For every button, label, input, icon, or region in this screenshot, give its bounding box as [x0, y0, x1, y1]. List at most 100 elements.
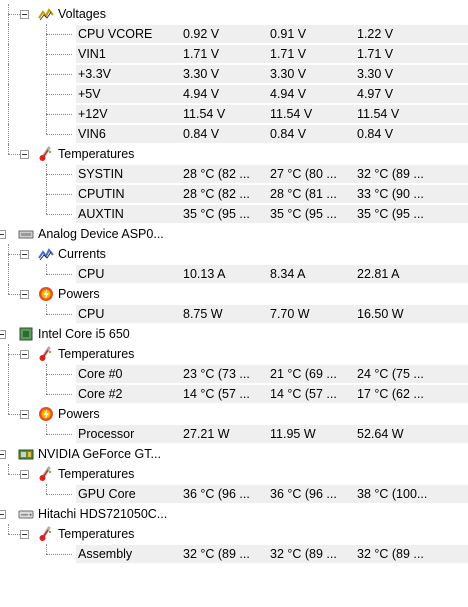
- collapse-toggle[interactable]: [20, 470, 29, 479]
- sensor-row[interactable]: AUXTIN 35 °C (95 ... 35 °C (95 ... 35 °C (9…: [0, 204, 468, 224]
- value-max: 32 °C (89 ...: [357, 167, 424, 181]
- sensor-row[interactable]: +5V 4.94 V 4.94 V 4.97 V: [0, 84, 468, 104]
- tree-guide-line: [46, 544, 47, 554]
- value-min: 28 °C (81 ...: [270, 187, 337, 201]
- value-current: 14 °C (57 ...: [183, 387, 250, 401]
- tree-guide-line: [46, 494, 72, 495]
- sensor-label: Processor: [78, 427, 135, 441]
- group-row[interactable]: Currents: [0, 244, 468, 264]
- tree-guide-line: [46, 134, 72, 135]
- sensor-row[interactable]: +12V 11.54 V 11.54 V 11.54 V: [0, 104, 468, 124]
- collapse-toggle[interactable]: [0, 330, 6, 339]
- value-current: 3.30 V: [183, 67, 220, 81]
- value-current: 11.54 V: [183, 107, 226, 121]
- group-label: Powers: [58, 407, 100, 421]
- collapse-toggle[interactable]: [0, 230, 6, 239]
- value-max: 24 °C (75 ...: [357, 367, 424, 381]
- group-row[interactable]: Voltages: [0, 4, 468, 24]
- device-row[interactable]: Hitachi HDS721050C...: [0, 504, 468, 524]
- sensor-row[interactable]: Assembly 32 °C (89 ... 32 °C (89 ... 32 °C …: [0, 544, 468, 564]
- value-min: 3.30 V: [270, 67, 307, 81]
- sensor-row[interactable]: CPU 10.13 A 8.34 A 22.81 A: [0, 264, 468, 284]
- value-min: 36 °C (96 ...: [270, 487, 337, 501]
- group-label: Voltages: [58, 7, 106, 21]
- collapse-toggle[interactable]: [20, 150, 29, 159]
- value-current: 4.94 V: [183, 87, 220, 101]
- sensor-label: +5V: [78, 87, 101, 101]
- sensor-row[interactable]: SYSTIN 28 °C (82 ... 27 °C (80 ... 32 °C (8…: [0, 164, 468, 184]
- collapse-toggle[interactable]: [20, 350, 29, 359]
- tree-guide-line: [8, 24, 9, 44]
- collapse-toggle[interactable]: [0, 510, 6, 519]
- tree-guide-line: [8, 404, 9, 414]
- device-row[interactable]: NVIDIA GeForce GT...: [0, 444, 468, 464]
- tree-guide-line: [8, 44, 9, 64]
- collapse-toggle[interactable]: [20, 10, 29, 19]
- collapse-toggle[interactable]: [20, 290, 29, 299]
- value-current: 1.71 V: [183, 47, 220, 61]
- value-max: 52.64 W: [357, 427, 404, 441]
- tree-guide-line: [8, 144, 9, 154]
- collapse-toggle[interactable]: [20, 410, 29, 419]
- tree-guide-line: [46, 94, 72, 95]
- tree-guide-line: [46, 34, 72, 35]
- value-min: 32 °C (89 ...: [270, 547, 337, 561]
- group-row[interactable]: Temperatures: [0, 464, 468, 484]
- sensor-row[interactable]: Core #2 14 °C (57 ... 14 °C (57 ... 17 °C (…: [0, 384, 468, 404]
- tree-guide-line: [46, 124, 47, 134]
- collapse-toggle[interactable]: [20, 250, 29, 259]
- tree-guide-line: [8, 384, 9, 404]
- tree-guide-line: [8, 124, 9, 144]
- sensor-label: CPUTIN: [78, 187, 125, 201]
- device-label: Hitachi HDS721050C...: [38, 507, 168, 521]
- tree-guide-line: [46, 424, 47, 434]
- value-max: 22.81 A: [357, 267, 400, 281]
- tree-guide-line: [46, 54, 72, 55]
- power-icon: [39, 287, 53, 301]
- value-current: 36 °C (96 ...: [183, 487, 250, 501]
- group-row[interactable]: Temperatures: [0, 144, 468, 164]
- collapse-toggle[interactable]: [0, 450, 6, 459]
- value-max: 3.30 V: [357, 67, 394, 81]
- group-row[interactable]: Powers: [0, 284, 468, 304]
- value-min: 14 °C (57 ...: [270, 387, 337, 401]
- group-label: Currents: [58, 247, 106, 261]
- tree-guide-line: [46, 304, 47, 314]
- sensor-row[interactable]: CPU 8.75 W 7.70 W 16.50 W: [0, 304, 468, 324]
- sensor-row[interactable]: Core #0 23 °C (73 ... 21 °C (69 ... 24 °C (…: [0, 364, 468, 384]
- value-current: 35 °C (95 ...: [183, 207, 250, 221]
- value-current: 32 °C (89 ...: [183, 547, 250, 561]
- sensor-label: Assembly: [78, 547, 133, 561]
- group-row[interactable]: Powers: [0, 404, 468, 424]
- tree-guide-line: [8, 104, 9, 124]
- gpu-icon: [18, 449, 34, 460]
- tree-guide-line: [8, 84, 9, 104]
- value-min: 11.95 W: [270, 427, 316, 441]
- sensor-label: VIN1: [78, 47, 106, 61]
- sensor-row[interactable]: VIN6 0.84 V 0.84 V 0.84 V: [0, 124, 468, 144]
- value-min: 35 °C (95 ...: [270, 207, 337, 221]
- value-max: 1.71 V: [357, 47, 394, 61]
- hard-drive-icon: [18, 510, 34, 519]
- tree-guide-line: [46, 264, 47, 274]
- sensor-row[interactable]: Processor 27.21 W 11.95 W 52.64 W: [0, 424, 468, 444]
- tree-guide-line: [46, 554, 72, 555]
- sensor-row[interactable]: CPU VCORE 0.92 V 0.91 V 1.22 V: [0, 24, 468, 44]
- sensor-row[interactable]: VIN1 1.71 V 1.71 V 1.71 V: [0, 44, 468, 64]
- value-max: 1.22 V: [357, 27, 394, 41]
- value-min: 0.84 V: [270, 127, 307, 141]
- device-row[interactable]: Intel Core i5 650: [0, 324, 468, 344]
- group-row[interactable]: Temperatures: [0, 344, 468, 364]
- value-min: 4.94 V: [270, 87, 307, 101]
- sensor-row[interactable]: CPUTIN 28 °C (82 ... 28 °C (81 ... 33 °C (9…: [0, 184, 468, 204]
- voltage-icon: [38, 8, 54, 21]
- device-row[interactable]: Analog Device ASP0...: [0, 224, 468, 244]
- tree-guide-line: [46, 214, 72, 215]
- collapse-toggle[interactable]: [20, 530, 29, 539]
- value-current: 28 °C (82 ...: [183, 187, 250, 201]
- group-row[interactable]: Temperatures: [0, 524, 468, 544]
- tree-guide-line: [46, 74, 72, 75]
- sensor-row[interactable]: GPU Core 36 °C (96 ... 36 °C (96 ... 38 °C …: [0, 484, 468, 504]
- tree-guide-line: [46, 394, 72, 395]
- sensor-row[interactable]: +3.3V 3.30 V 3.30 V 3.30 V: [0, 64, 468, 84]
